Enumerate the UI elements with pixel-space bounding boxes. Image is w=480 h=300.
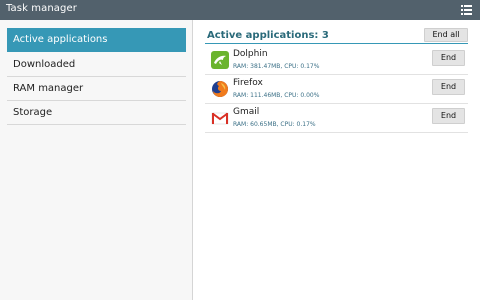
window-title: Task manager [6, 3, 77, 14]
end-button[interactable]: End [432, 50, 465, 66]
sidebar-item-active-applications[interactable]: Active applications [7, 28, 186, 52]
app-name: Gmail [233, 107, 260, 117]
end-button[interactable]: End [432, 79, 465, 95]
end-all-button[interactable]: End all [424, 28, 468, 42]
main-panel: Active applications: 3 End all Dolphin R… [193, 20, 480, 300]
sidebar-item-label: Downloaded [13, 59, 76, 70]
app-name: Firefox [233, 78, 263, 88]
title-bar: Task manager [0, 0, 480, 20]
app-row-firefox[interactable]: Firefox RAM: 111.46MB, CPU: 0.00% End [205, 75, 468, 104]
app-row-gmail[interactable]: Gmail RAM: 60.65MB, CPU: 0.17% End [205, 104, 468, 133]
end-button[interactable]: End [432, 108, 465, 124]
overflow-menu-icon[interactable] [461, 4, 472, 16]
sidebar-item-storage[interactable]: Storage [7, 101, 186, 125]
sidebar-item-label: Active applications [13, 34, 108, 45]
sidebar-item-ram-manager[interactable]: RAM manager [7, 77, 186, 101]
header-divider [205, 43, 468, 44]
app-name: Dolphin [233, 49, 268, 59]
sidebar-item-downloaded[interactable]: Downloaded [7, 53, 186, 77]
gmail-icon [211, 112, 229, 125]
sidebar: Active applications Downloaded RAM manag… [0, 20, 193, 300]
app-stats: RAM: 111.46MB, CPU: 0.00% [233, 92, 320, 99]
sidebar-item-label: RAM manager [13, 83, 84, 94]
app-stats: RAM: 381.47MB, CPU: 0.17% [233, 63, 320, 70]
active-applications-header: Active applications: 3 [207, 30, 329, 41]
firefox-icon [212, 81, 228, 97]
sidebar-item-label: Storage [13, 107, 53, 118]
app-row-dolphin[interactable]: Dolphin RAM: 381.47MB, CPU: 0.17% End [205, 46, 468, 75]
app-stats: RAM: 60.65MB, CPU: 0.17% [233, 121, 316, 128]
dolphin-icon [211, 51, 229, 69]
